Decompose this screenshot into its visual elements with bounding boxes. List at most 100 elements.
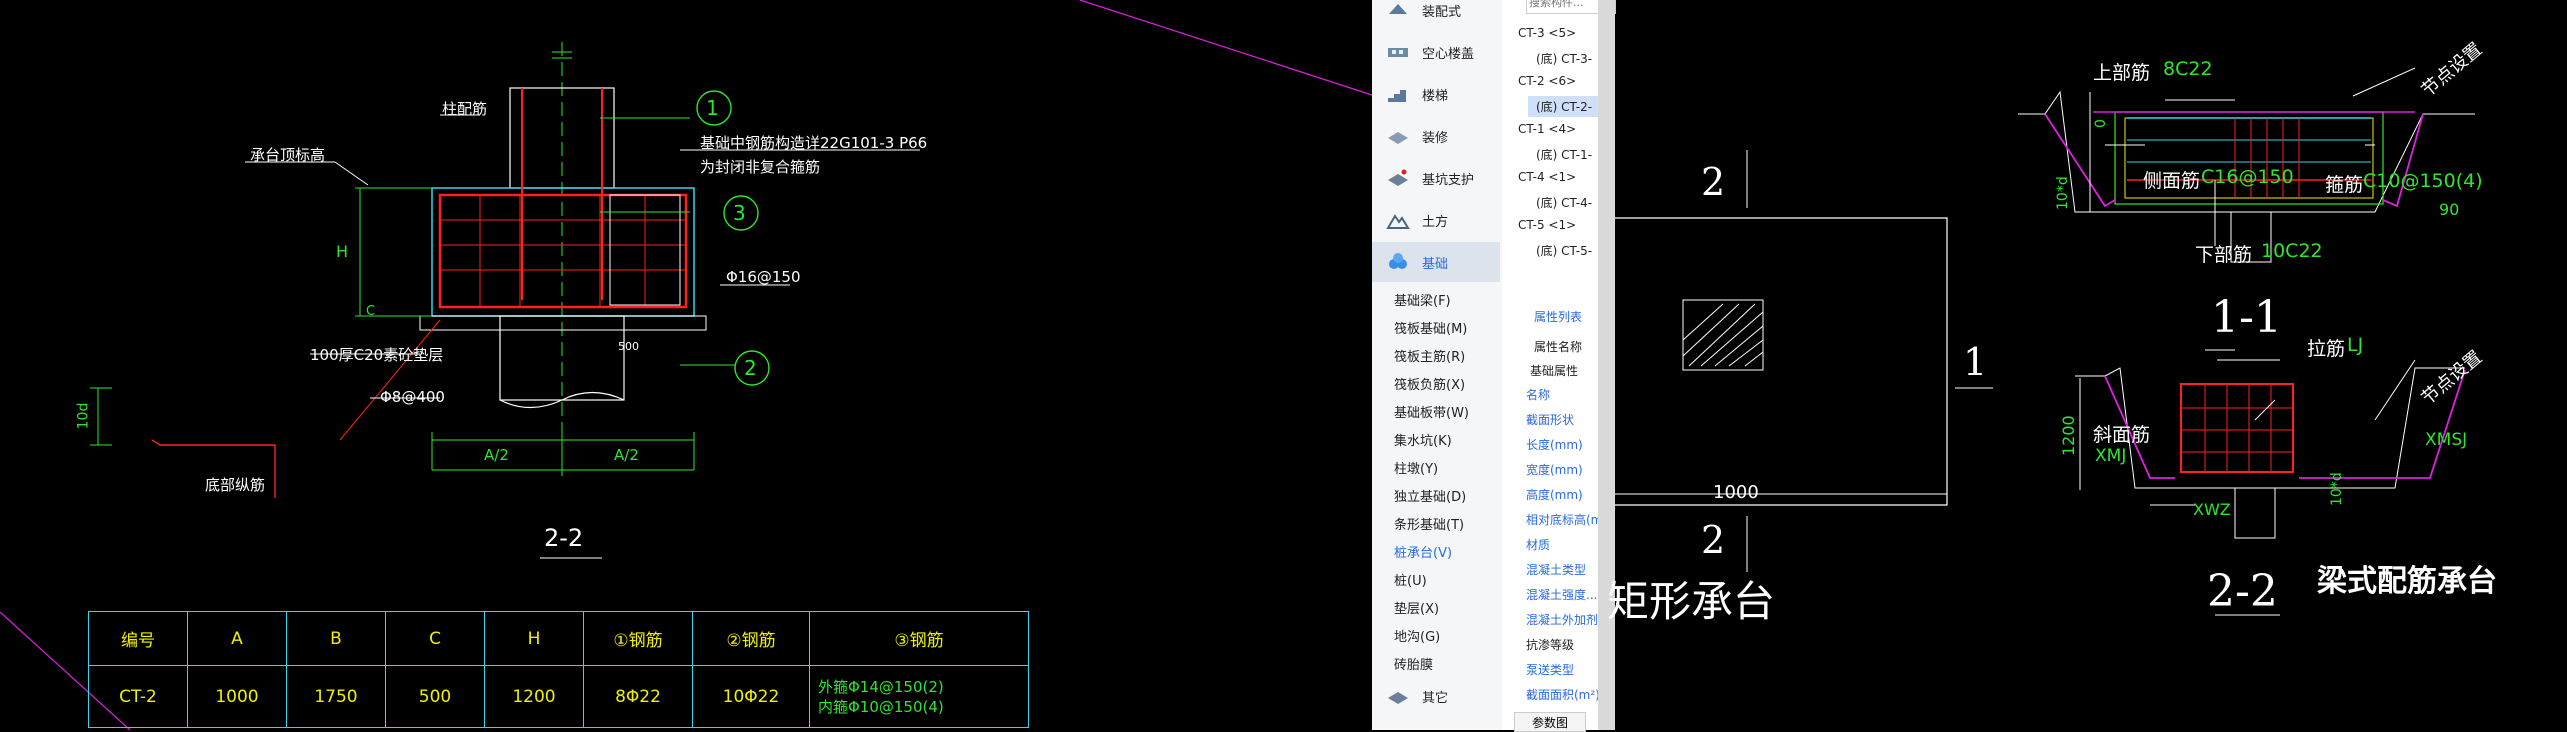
sub-item-trench[interactable]: 地沟(G) [1394,626,1440,645]
phi8-label: Φ8@400 [380,388,445,406]
table-header: A [187,611,287,666]
sub-item-column-pier[interactable]: 柱墩(Y) [1394,458,1438,477]
category-item-foundation[interactable]: 基础 [1372,242,1500,282]
outer-stirrup-text: 外箍Φ14@150(2) [818,677,944,696]
section-1-1: 1-1 [2211,292,2282,343]
stirrup-value: C10@150(4) [2363,170,2483,192]
table-cell: 1200 [484,665,584,728]
property-row[interactable]: 长度(mm) [1526,436,1583,453]
table-header: H [484,611,584,666]
sub-item-pile-cap[interactable]: 桩承台(V) [1394,542,1452,561]
category-item-decoration[interactable]: 装修 [1372,116,1500,156]
table-cell: 1750 [286,665,386,728]
decoration-icon [1386,126,1412,146]
tree-row[interactable]: CT-3 <5> [1518,26,1576,40]
sub-item-isolated-footing[interactable]: 独立基础(D) [1394,486,1466,505]
tree-row[interactable]: (底) CT-5- [1536,242,1592,259]
component-panel: 装配式 空心楼盖 楼梯 装修 基坑支护 土方 基础 基础梁(F) 筏板基础(M)… [1372,0,1616,732]
parameter-diagram-button[interactable]: 参数图 [1514,712,1586,732]
table-header: ③钢筋 [809,611,1029,666]
category-item-stairs[interactable]: 楼梯 [1372,74,1500,114]
property-row[interactable]: 材质 [1526,536,1550,553]
property-row[interactable]: 名称 [1526,386,1550,403]
callout-3: 3 [733,201,746,225]
category-label: 楼梯 [1422,88,1449,104]
tree-row[interactable]: (底) CT-4- [1536,194,1592,211]
dimension-500: 500 [618,340,639,353]
section-mark-2-top: 2 [1701,160,1726,204]
sub-item-brick-formwork[interactable]: 砖胎膜 [1394,654,1433,673]
sub-item-foundation-strip[interactable]: 基础板带(W) [1394,402,1469,421]
cushion-layer-label: 100厚C20素砼垫层 [310,346,444,364]
sub-item-sump[interactable]: 集水坑(K) [1394,430,1452,449]
category-label: 装修 [1422,130,1449,146]
category-item-prefab[interactable]: 装配式 [1372,0,1500,30]
property-panel-title[interactable]: 属性列表 [1534,308,1582,325]
tie-bar-value: LJ [2347,334,2364,356]
tree-row[interactable]: CT-5 <1> [1518,218,1576,232]
property-row[interactable]: 高度(mm) [1526,486,1583,503]
top-rebar-label: 上部筋 [2093,62,2151,84]
tree-row[interactable]: (底) CT-2- [1528,96,1601,117]
property-row[interactable]: 相对底标高(m) [1526,511,1607,528]
table-header: 编号 [88,611,188,666]
sub-item-cushion[interactable]: 垫层(X) [1394,598,1439,617]
property-row[interactable]: 混凝土外加剂 [1526,611,1598,628]
tree-row[interactable]: CT-4 <1> [1518,170,1576,184]
category-item-pit-support[interactable]: 基坑支护 [1372,158,1500,198]
property-row[interactable]: 截面形状 [1526,411,1574,428]
side-rebar-value: C16@150 [2201,166,2294,188]
left-cad-drawing[interactable]: 1 3 2 柱配筋 承台顶标高 基础中钢筋构造详22G101-3 P66 为封闭… [0,0,1372,730]
property-row[interactable]: 泵送类型 [1526,661,1574,678]
property-column-header: 属性名称 [1534,340,1583,354]
property-row[interactable]: 混凝土类型 [1526,561,1586,578]
bottom-rebar-label: 下部筋 [2195,244,2253,266]
dimension-1200: 1200 [2059,415,2078,456]
sub-item-pile[interactable]: 桩(U) [1394,570,1427,589]
tree-row[interactable]: (底) CT-1- [1536,146,1592,163]
sub-item-foundation-beam[interactable]: 基础梁(F) [1394,290,1451,309]
sub-item-raft[interactable]: 筏板基础(M) [1394,318,1467,337]
category-label: 其它 [1422,690,1449,706]
callout-1: 1 [706,96,719,120]
sub-item-strip-footing[interactable]: 条形基础(T) [1394,514,1464,533]
sub-item-raft-negative-rebar[interactable]: 筏板负筋(X) [1394,374,1465,393]
table-cell: 10Φ22 [692,665,810,728]
prefab-icon [1386,0,1412,20]
section-2-2-right: 2-2 [2207,566,2278,617]
inner-stirrup-text: 内箍Φ10@150(4) [818,697,944,716]
tree-row[interactable]: CT-2 <6> [1518,74,1576,88]
section-mark-1-right: 1 [1963,340,1988,384]
tree-row[interactable]: CT-1 <4> [1518,122,1576,136]
property-row[interactable]: 混凝土强度... [1526,586,1597,603]
sub-item-raft-main-rebar[interactable]: 筏板主筋(R) [1394,346,1465,365]
category-label: 装配式 [1422,4,1462,20]
rebar-spec-table: 编号 A B C H ①钢筋 ②钢筋 ③钢筋 CT-2 1000 1750 50… [88,611,1029,728]
right-cad-drawing[interactable]: 2 2 1 1000 矩形承台 上部筋 8C22 侧面筋 C16@150 箍筋 … [1607,0,2567,730]
ten-d-label-right-2: 10*d [2329,472,2345,506]
bottom-longitudinal-rebar-label: 底部纵筋 [205,476,266,494]
table-header: ②钢筋 [692,611,810,666]
a-half-left-label: A/2 [484,446,509,464]
callout-2: 2 [744,356,757,380]
ten-d-label: 10d [75,402,92,430]
category-item-other[interactable]: 其它 [1372,676,1500,716]
property-row[interactable]: 抗渗等级 [1526,636,1574,653]
top-rebar-value: 8C22 [2163,58,2213,80]
category-list: 装配式 空心楼盖 楼梯 装修 基坑支护 土方 基础 基础梁(F) 筏板基础(M)… [1372,0,1502,730]
property-row[interactable]: 宽度(mm) [1526,461,1583,478]
table-cell: 8Φ22 [583,665,693,728]
c-dimension-label: C [366,304,376,319]
category-item-earthwork[interactable]: 土方 [1372,200,1500,240]
slope-rebar-label: 斜面筋 [2093,424,2151,446]
xmsj-label: XMSJ [2425,430,2468,450]
xmj-label: XMJ [2095,446,2127,466]
property-row[interactable]: 截面面积(m²) [1526,686,1600,703]
property-group[interactable]: 基础属性 [1530,362,1578,379]
section-mark-2-bottom: 2 [1701,518,1726,562]
category-label: 基础 [1422,256,1449,272]
section-2-2-left: 2-2 [544,524,584,552]
tree-row[interactable]: (底) CT-3- [1536,50,1592,67]
foundation-icon [1386,252,1412,272]
category-item-hollow-floor[interactable]: 空心楼盖 [1372,32,1500,72]
